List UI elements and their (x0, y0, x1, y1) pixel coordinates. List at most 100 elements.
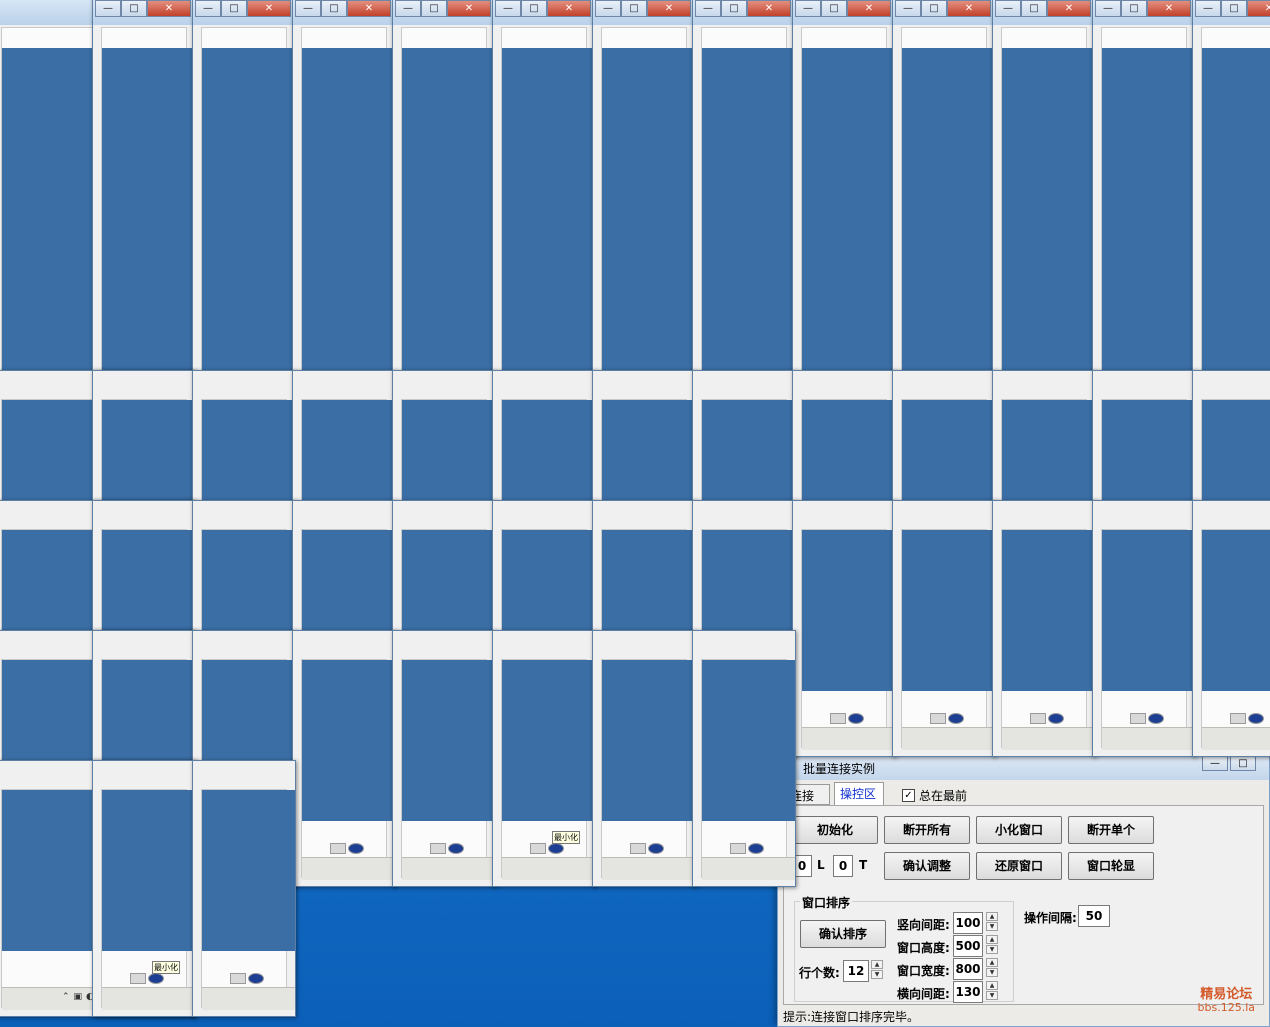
remote-screen[interactable]: 16:412019/8/9 (901, 529, 995, 750)
minimize-icon[interactable]: — (495, 0, 521, 17)
remote-screen[interactable]: 最小化 16:412019/8/9 (101, 789, 195, 1010)
restore-icon[interactable]: □ (621, 0, 647, 17)
minimize-icon[interactable]: — (1195, 0, 1221, 17)
help-icon[interactable] (248, 973, 264, 984)
language-bar[interactable] (928, 713, 980, 738)
minimize-icon[interactable]: — (795, 0, 821, 17)
help-icon[interactable] (948, 713, 964, 724)
remote-screen[interactable]: 16:412019/8/9 (1001, 529, 1095, 750)
language-bar[interactable] (1028, 713, 1080, 738)
close-icon[interactable]: ✕ (247, 0, 291, 17)
window-width-input[interactable]: 800 (953, 958, 983, 980)
horizontal-gap-input[interactable]: 130 (953, 981, 983, 1003)
spin-up-icon[interactable]: ▲ (986, 958, 998, 967)
offset-t-input[interactable]: 0 (833, 855, 853, 877)
remote-screen[interactable]: 16:412019/8/9 (801, 529, 895, 750)
language-bar[interactable] (428, 843, 480, 868)
language-bar[interactable] (1228, 713, 1270, 738)
window-width-spinner[interactable]: ▲ ▼ (986, 958, 998, 978)
language-bar[interactable] (528, 843, 580, 868)
minimize-windows-button[interactable]: 小化窗口 (976, 816, 1062, 844)
close-icon[interactable]: ✕ (447, 0, 491, 17)
spin-up-icon[interactable]: ▲ (871, 960, 883, 969)
restore-icon[interactable]: □ (721, 0, 747, 17)
restore-icon[interactable]: □ (1221, 0, 1247, 17)
disconnect-all-button[interactable]: 断开所有 (884, 816, 970, 844)
language-bar[interactable] (128, 973, 180, 998)
op-interval-input[interactable]: 50 (1078, 905, 1110, 927)
restore-icon[interactable]: □ (1021, 0, 1047, 17)
help-icon[interactable] (148, 973, 164, 984)
vertical-gap-spinner[interactable]: ▲ ▼ (986, 912, 998, 932)
keyboard-icon[interactable] (530, 843, 546, 854)
language-bar[interactable] (728, 843, 780, 868)
keyboard-icon[interactable] (1230, 713, 1246, 724)
language-bar[interactable] (328, 843, 380, 868)
close-icon[interactable]: ✕ (1047, 0, 1091, 17)
remote-desktop-window[interactable]: 16:412019/8/9 (292, 630, 396, 887)
remote-desktop-window[interactable]: 16:412019/8/9 (892, 500, 996, 757)
help-icon[interactable] (1048, 713, 1064, 724)
restore-icon[interactable]: □ (821, 0, 847, 17)
spin-up-icon[interactable]: ▲ (986, 981, 998, 990)
language-bar[interactable] (228, 973, 280, 998)
minimize-icon[interactable]: — (1095, 0, 1121, 17)
title-bar[interactable]: 易 批量连接实例 — □ (778, 754, 1269, 780)
restore-icon[interactable]: □ (921, 0, 947, 17)
keyboard-icon[interactable] (1030, 713, 1046, 724)
spin-down-icon[interactable]: ▼ (986, 968, 998, 977)
row-count-spinner[interactable]: ▲ ▼ (871, 960, 883, 980)
window-height-spinner[interactable]: ▲ ▼ (986, 935, 998, 955)
always-on-top-checkbox[interactable]: ✓ 总在最前 (902, 787, 967, 804)
remote-screen[interactable]: 最小化 16:412019/8/9 (501, 659, 595, 880)
remote-screen[interactable]: 16:412019/8/9 (601, 659, 695, 880)
row-count-input[interactable]: 12 (843, 960, 869, 982)
horizontal-gap-spinner[interactable]: ▲ ▼ (986, 981, 998, 1001)
keyboard-icon[interactable] (1130, 713, 1146, 724)
confirm-adjust-button[interactable]: 确认调整 (884, 852, 970, 880)
restore-icon[interactable]: □ (221, 0, 247, 17)
keyboard-icon[interactable] (230, 973, 246, 984)
restore-windows-button[interactable]: 还原窗口 (976, 852, 1062, 880)
remote-screen[interactable]: 16:412019/8/9 (1201, 529, 1270, 750)
spin-down-icon[interactable]: ▼ (986, 991, 998, 1000)
close-icon[interactable]: ✕ (647, 0, 691, 17)
checkbox-box[interactable]: ✓ (902, 789, 915, 802)
keyboard-icon[interactable] (630, 843, 646, 854)
spin-up-icon[interactable]: ▲ (986, 912, 998, 921)
minimize-icon[interactable]: — (595, 0, 621, 17)
minimize-icon[interactable]: — (195, 0, 221, 17)
minimize-icon[interactable]: — (995, 0, 1021, 17)
remote-desktop-window[interactable]: 最小化 16:412019/8/9 (92, 760, 196, 1017)
keyboard-icon[interactable] (730, 843, 746, 854)
restore-icon[interactable]: □ (121, 0, 147, 17)
remote-screen[interactable]: 16:412019/8/9 (301, 659, 395, 880)
language-bar[interactable] (828, 713, 880, 738)
restore-icon[interactable]: □ (521, 0, 547, 17)
init-button[interactable]: 初始化 (792, 816, 878, 844)
help-icon[interactable] (448, 843, 464, 854)
remote-screen[interactable]: 16:412019/8/9 (1101, 529, 1195, 750)
minimize-icon[interactable]: — (395, 0, 421, 17)
disconnect-single-button[interactable]: 断开单个 (1068, 816, 1154, 844)
close-icon[interactable]: ✕ (747, 0, 791, 17)
keyboard-icon[interactable] (830, 713, 846, 724)
close-icon[interactable]: ✕ (1147, 0, 1191, 17)
minimize-button[interactable]: — (1202, 756, 1228, 771)
close-icon[interactable]: ✕ (847, 0, 891, 17)
vertical-gap-input[interactable]: 100 (953, 912, 983, 934)
minimize-icon[interactable]: — (295, 0, 321, 17)
keyboard-icon[interactable] (330, 843, 346, 854)
keyboard-icon[interactable] (430, 843, 446, 854)
window-height-input[interactable]: 500 (953, 935, 983, 957)
help-icon[interactable] (748, 843, 764, 854)
remote-desktop-window[interactable]: 16:412019/8/9 (992, 500, 1096, 757)
help-icon[interactable] (648, 843, 664, 854)
remote-desktop-window[interactable]: 16:412019/8/9 (392, 630, 496, 887)
confirm-sort-button[interactable]: 确认排序 (800, 920, 886, 948)
remote-desktop-window[interactable]: 16:412019/8/9 (792, 500, 896, 757)
remote-desktop-window[interactable]: 16:412019/8/9 (1192, 500, 1270, 757)
minimize-icon[interactable]: — (895, 0, 921, 17)
restore-icon[interactable]: □ (1121, 0, 1147, 17)
remote-desktop-window[interactable]: 16:412019/8/9 (692, 630, 796, 887)
